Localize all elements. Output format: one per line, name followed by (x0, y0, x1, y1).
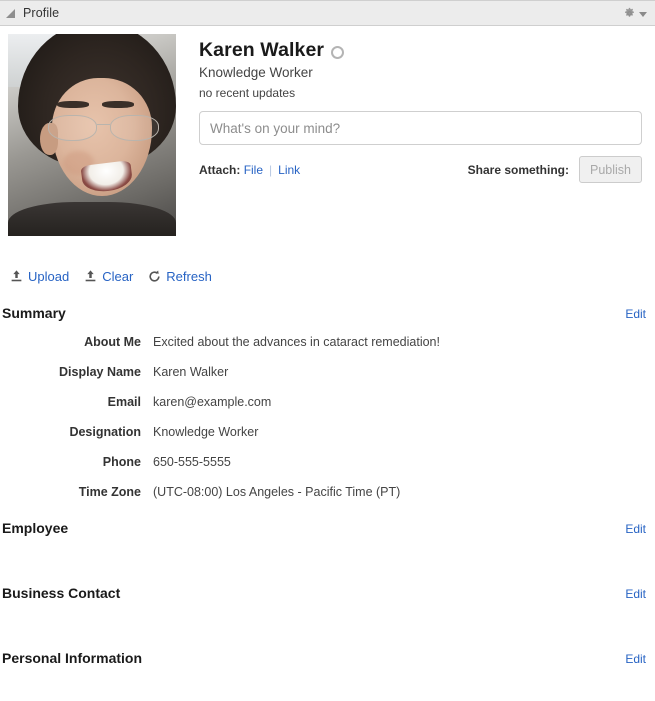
section-title-employee: Employee (2, 520, 69, 536)
clear-button[interactable]: Clear (83, 269, 133, 284)
chevron-down-icon[interactable] (639, 11, 647, 17)
avatar-eyebrow-right (102, 100, 134, 108)
section-title-summary: Summary (2, 305, 66, 321)
detail-label: Designation (69, 425, 141, 439)
avatar-lens-right (110, 114, 160, 142)
gear-icon[interactable] (623, 7, 636, 20)
detail-value: (UTC-08:00) Los Angeles - Pacific Time (… (153, 485, 401, 499)
detail-label: About Me (84, 335, 141, 349)
section-header-personal-information: Personal Information Edit (0, 650, 655, 666)
share-input[interactable] (199, 111, 642, 145)
detail-label: Display Name (59, 365, 141, 379)
section-title-business-contact: Business Contact (2, 585, 121, 601)
avatar-eyebrow-left (56, 100, 89, 108)
summary-details-list: About Me Excited about the advances in c… (0, 335, 655, 499)
header-tools (623, 7, 647, 20)
attach-link-link[interactable]: Link (278, 163, 300, 177)
upload-button[interactable]: Upload (9, 269, 69, 284)
panel-header: Profile (0, 0, 655, 26)
refresh-icon (147, 269, 162, 284)
edit-link-personal-information[interactable]: Edit (625, 652, 646, 666)
clear-label: Clear (102, 269, 134, 284)
detail-row: Time Zone (UTC-08:00) Los Angeles - Paci… (0, 485, 655, 499)
profile-job-title: Knowledge Worker (199, 65, 313, 80)
share-something-label: Share something: (467, 162, 569, 177)
attach-label: Attach: (199, 162, 241, 177)
profile-updates-status: no recent updates (199, 86, 296, 100)
detail-row: Designation Knowledge Worker (0, 425, 655, 439)
avatar (8, 34, 176, 236)
section-title-personal-information: Personal Information (2, 650, 143, 666)
share-actions-row: Attach: File | Link Share something: Pub… (199, 156, 642, 183)
detail-value: 650-555-5555 (153, 455, 231, 469)
presence-status-icon (331, 45, 345, 59)
refresh-label: Refresh (166, 269, 212, 284)
section-header-business-contact: Business Contact Edit (0, 585, 655, 601)
detail-value: Knowledge Worker (153, 425, 259, 439)
detail-row: Email karen@example.com (0, 395, 655, 409)
edit-link-business-contact[interactable]: Edit (625, 587, 646, 601)
file-actions-toolbar: Upload Clear Refresh (0, 236, 655, 284)
upload-icon (83, 269, 98, 284)
edit-link-employee[interactable]: Edit (625, 522, 646, 536)
avatar-lens-left (48, 114, 98, 142)
section-header-summary: Summary Edit (0, 305, 655, 321)
triangle-collapse-icon[interactable] (6, 8, 15, 18)
detail-value: karen@example.com (153, 395, 272, 409)
detail-row: Phone 650-555-5555 (0, 455, 655, 469)
profile-info: Karen Walker Knowledge Worker no recent … (176, 34, 655, 236)
profile-top-area: Karen Walker Knowledge Worker no recent … (0, 26, 655, 236)
edit-link-summary[interactable]: Edit (625, 307, 646, 321)
publish-button[interactable]: Publish (579, 156, 642, 183)
attach-file-link[interactable]: File (244, 163, 263, 177)
upload-label: Upload (28, 269, 70, 284)
avatar-glasses (48, 114, 160, 142)
detail-label: Email (107, 395, 141, 409)
profile-name-row: Karen Walker (199, 39, 655, 62)
detail-label: Time Zone (78, 485, 141, 499)
detail-value: Excited about the advances in cataract r… (153, 335, 440, 349)
upload-icon (9, 269, 24, 284)
refresh-button[interactable]: Refresh (147, 269, 212, 284)
detail-label: Phone (102, 455, 141, 469)
section-header-employee: Employee Edit (0, 520, 655, 536)
avatar-glasses-bridge (97, 123, 111, 126)
page-title: Karen Walker (199, 39, 325, 61)
panel-title: Profile (23, 6, 60, 20)
detail-value: Karen Walker (153, 365, 229, 379)
avatar-shoulders (8, 201, 176, 236)
attach-separator: | (269, 162, 273, 177)
detail-row: About Me Excited about the advances in c… (0, 335, 655, 349)
detail-row: Display Name Karen Walker (0, 365, 655, 379)
